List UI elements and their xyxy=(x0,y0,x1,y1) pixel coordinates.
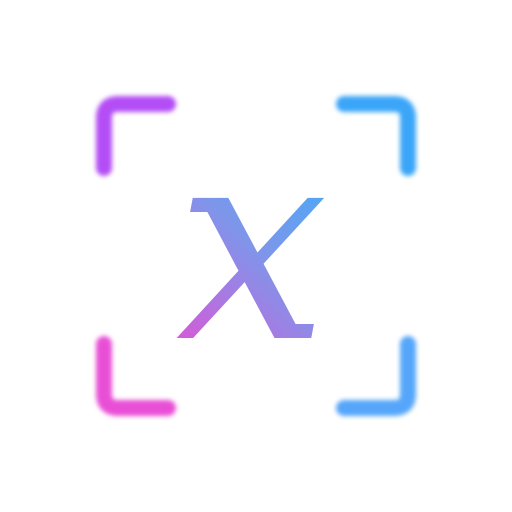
letter-x: x xyxy=(176,87,328,402)
app-icon: x xyxy=(0,0,512,512)
corner-bottom-left xyxy=(96,336,176,416)
viewfinder-x-icon: x xyxy=(96,87,416,416)
corner-top-right xyxy=(336,96,416,176)
corner-top-left xyxy=(96,96,176,176)
corner-bottom-right xyxy=(336,336,416,416)
